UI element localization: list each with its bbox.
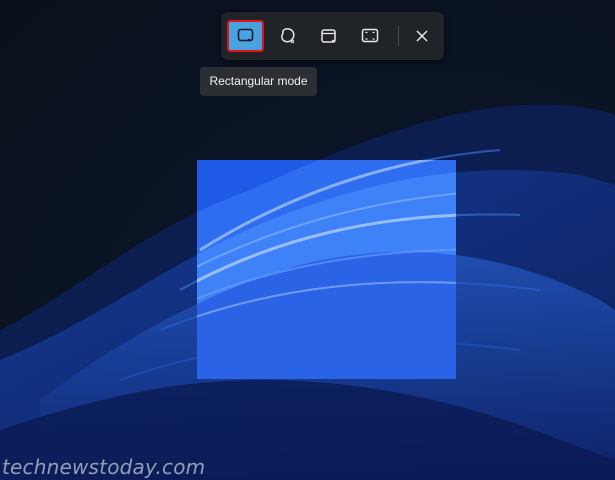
toolbar-divider bbox=[398, 26, 399, 46]
snip-selection-area[interactable] bbox=[197, 160, 456, 379]
window-snip-icon bbox=[321, 29, 336, 43]
rectangle-snip-icon bbox=[237, 28, 253, 42]
fullscreen-mode-button[interactable] bbox=[353, 22, 387, 50]
selected-wallpaper-region bbox=[197, 160, 456, 379]
close-button[interactable] bbox=[405, 22, 439, 50]
tooltip: Rectangular mode bbox=[200, 67, 317, 96]
rectangular-mode-button[interactable] bbox=[227, 20, 264, 52]
freeform-mode-button[interactable] bbox=[271, 22, 305, 50]
fullscreen-snip-icon bbox=[361, 28, 379, 43]
snipping-toolbar bbox=[221, 12, 444, 60]
window-mode-button[interactable] bbox=[312, 22, 346, 50]
watermark-text: technewstoday.com bbox=[2, 455, 206, 479]
freeform-snip-icon bbox=[281, 28, 295, 44]
close-icon bbox=[416, 30, 428, 42]
